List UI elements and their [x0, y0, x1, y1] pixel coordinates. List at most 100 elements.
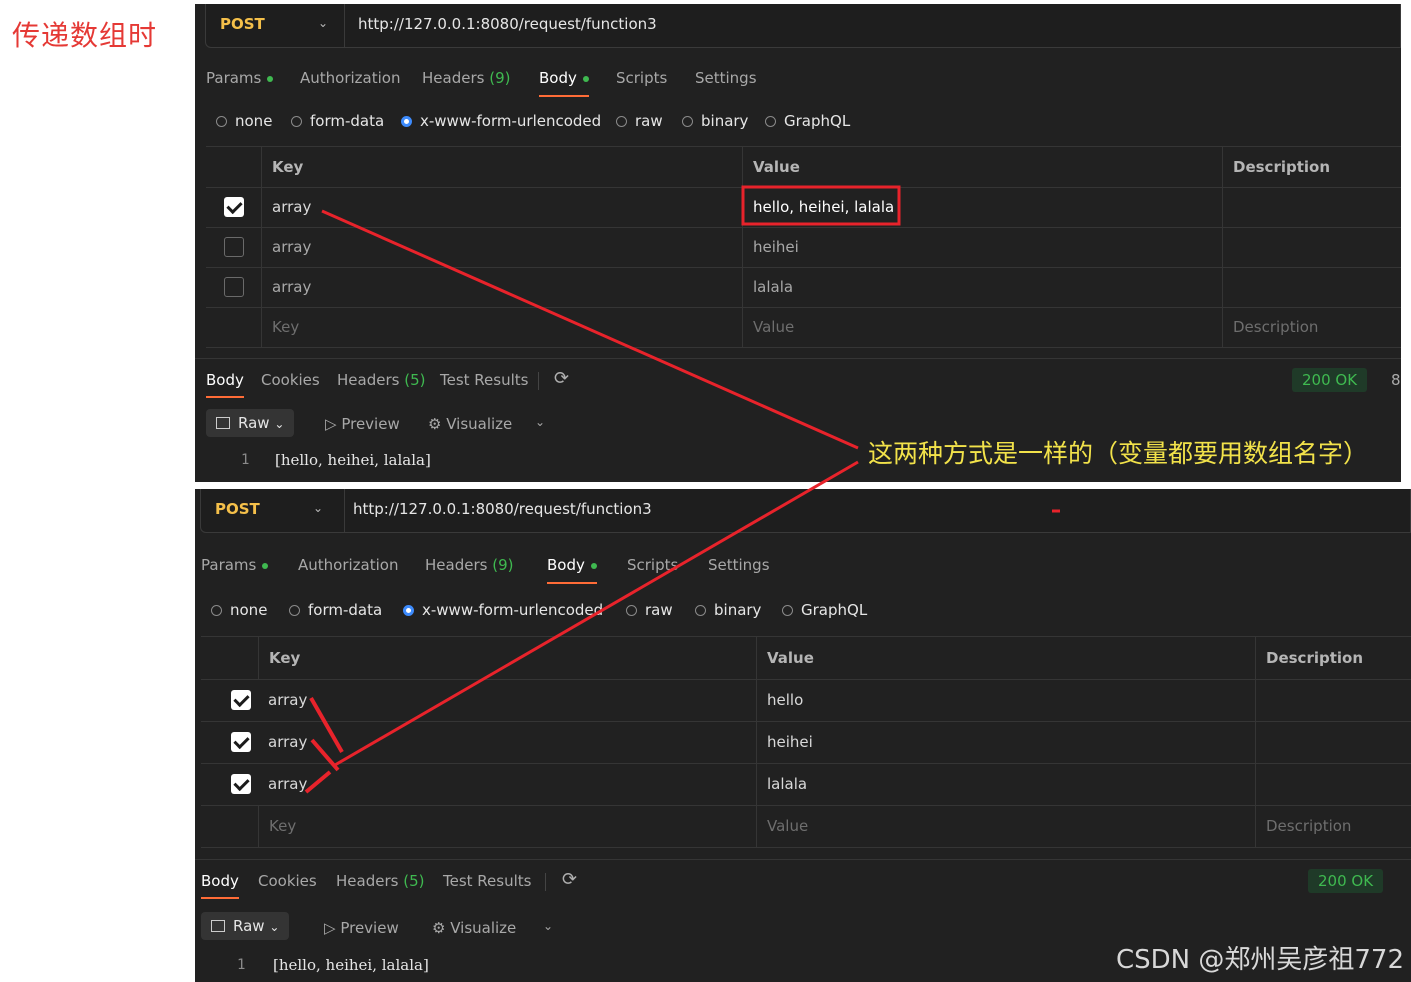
- response-tabs: Body Cookies Headers (5) Test Results ⟳ …: [195, 368, 1401, 398]
- raw-label: Raw: [233, 917, 265, 935]
- preview-button[interactable]: ▷ Preview: [324, 919, 399, 937]
- raw-format-button[interactable]: Raw ⌄: [201, 912, 290, 940]
- key-cell[interactable]: array: [258, 763, 756, 805]
- checkbox-checked[interactable]: [231, 690, 251, 710]
- tab-settings[interactable]: Settings: [695, 69, 757, 87]
- radio-graphql[interactable]: GraphQL: [782, 601, 867, 619]
- request-tabs: Params Authorization Headers (9) Body Sc…: [195, 69, 1401, 99]
- tab-settings[interactable]: Settings: [708, 556, 770, 574]
- description-cell[interactable]: [1255, 763, 1411, 805]
- radio-form-data[interactable]: form-data: [289, 601, 382, 619]
- visualize-icon: ⚙: [432, 919, 446, 937]
- value-cell[interactable]: hello, heihei, lalala: [742, 187, 1222, 227]
- visualize-icon: ⚙: [428, 415, 442, 433]
- key-cell[interactable]: array: [261, 227, 742, 267]
- chevron-down-icon[interactable]: ⌄: [535, 415, 545, 429]
- key-placeholder[interactable]: Key: [258, 805, 756, 847]
- tab-headers[interactable]: Headers (9): [425, 556, 513, 574]
- radio-label: binary: [701, 112, 749, 130]
- response-tab-headers[interactable]: Headers (5): [336, 872, 424, 890]
- table-row: array lalala: [206, 267, 1401, 308]
- description-cell[interactable]: [1222, 267, 1401, 307]
- value-placeholder[interactable]: Value: [742, 307, 1222, 347]
- key-cell[interactable]: array: [258, 679, 756, 721]
- radio-label: GraphQL: [784, 112, 851, 130]
- divider: [344, 4, 345, 47]
- radio-selected-icon: [401, 116, 412, 127]
- history-icon[interactable]: ⟳: [562, 869, 577, 890]
- radio-none[interactable]: none: [216, 112, 272, 130]
- response-tab-headers[interactable]: Headers (5): [337, 371, 425, 389]
- visualize-button[interactable]: ⚙ Visualize: [428, 415, 512, 433]
- visualize-button[interactable]: ⚙ Visualize: [432, 919, 516, 937]
- key-placeholder[interactable]: Key: [261, 307, 742, 347]
- tab-authorization[interactable]: Authorization: [300, 69, 400, 87]
- value-cell[interactable]: hello: [756, 679, 1255, 721]
- key-cell[interactable]: array: [258, 721, 756, 763]
- raw-format-button[interactable]: Raw ⌄: [206, 409, 295, 437]
- tab-label: Body: [547, 556, 585, 574]
- tab-body[interactable]: Body: [539, 69, 589, 97]
- status-badge: 200 OK: [1308, 869, 1384, 893]
- radio-none[interactable]: none: [211, 601, 267, 619]
- radio-urlencoded[interactable]: x-www-form-urlencoded: [403, 601, 603, 619]
- raw-label: Raw: [238, 414, 270, 432]
- tab-label: Headers: [422, 69, 485, 87]
- tab-headers[interactable]: Headers (9): [422, 69, 510, 87]
- headers-count: (9): [492, 556, 514, 574]
- tab-authorization[interactable]: Authorization: [298, 556, 398, 574]
- tab-body[interactable]: Body: [547, 556, 597, 584]
- key-cell[interactable]: array: [261, 267, 742, 307]
- chevron-down-icon[interactable]: ⌄: [313, 501, 323, 515]
- description-placeholder[interactable]: Description: [1255, 805, 1411, 847]
- method-select[interactable]: POST: [215, 500, 260, 518]
- radio-binary[interactable]: binary: [682, 112, 748, 130]
- method-select[interactable]: POST: [220, 15, 265, 33]
- radio-icon: [291, 116, 302, 127]
- value-cell[interactable]: heihei: [742, 227, 1222, 267]
- response-tab-body[interactable]: Body: [206, 371, 244, 398]
- value-cell[interactable]: lalala: [742, 267, 1222, 307]
- url-input[interactable]: http://127.0.0.1:8080/request/function3: [353, 500, 652, 518]
- tab-params[interactable]: Params: [201, 556, 269, 574]
- response-tab-test-results[interactable]: Test Results: [440, 371, 528, 389]
- visualize-label: Visualize: [450, 919, 517, 937]
- history-icon[interactable]: ⟳: [554, 368, 569, 389]
- tab-params[interactable]: Params: [206, 69, 274, 87]
- response-tab-body[interactable]: Body: [201, 872, 239, 899]
- response-tab-cookies[interactable]: Cookies: [258, 872, 317, 890]
- description-cell[interactable]: [1255, 721, 1411, 763]
- radio-binary[interactable]: binary: [695, 601, 761, 619]
- table-cell: [206, 227, 261, 267]
- value-cell[interactable]: heihei: [756, 721, 1255, 763]
- preview-label: Preview: [341, 415, 400, 433]
- chevron-down-icon[interactable]: ⌄: [543, 919, 553, 933]
- response-tab-cookies[interactable]: Cookies: [261, 371, 320, 389]
- checkbox-checked[interactable]: [231, 732, 251, 752]
- radio-raw[interactable]: raw: [616, 112, 663, 130]
- radio-raw[interactable]: raw: [626, 601, 673, 619]
- checkbox-checked[interactable]: [223, 197, 244, 217]
- tab-scripts[interactable]: Scripts: [627, 556, 678, 574]
- description-placeholder[interactable]: Description: [1222, 307, 1401, 347]
- radio-form-data[interactable]: form-data: [291, 112, 384, 130]
- url-input[interactable]: http://127.0.0.1:8080/request/function3: [358, 15, 657, 33]
- description-cell[interactable]: [1222, 227, 1401, 267]
- response-tab-test-results[interactable]: Test Results: [443, 872, 531, 890]
- checkbox-checked[interactable]: [231, 774, 251, 794]
- radio-graphql[interactable]: GraphQL: [765, 112, 850, 130]
- value-placeholder[interactable]: Value: [756, 805, 1255, 847]
- headers-count: (5): [404, 371, 426, 389]
- checkbox-unchecked[interactable]: [223, 277, 244, 297]
- description-cell[interactable]: [1222, 187, 1401, 227]
- column-header-value: Value: [756, 637, 1255, 679]
- description-cell[interactable]: [1255, 679, 1411, 721]
- tab-scripts[interactable]: Scripts: [616, 69, 667, 87]
- key-cell[interactable]: array: [261, 187, 742, 227]
- preview-label: Preview: [340, 919, 399, 937]
- checkbox-unchecked[interactable]: [223, 237, 244, 257]
- chevron-down-icon[interactable]: ⌄: [318, 16, 328, 30]
- value-cell[interactable]: lalala: [756, 763, 1255, 805]
- radio-urlencoded[interactable]: x-www-form-urlencoded: [401, 112, 601, 130]
- preview-button[interactable]: ▷ Preview: [325, 415, 400, 433]
